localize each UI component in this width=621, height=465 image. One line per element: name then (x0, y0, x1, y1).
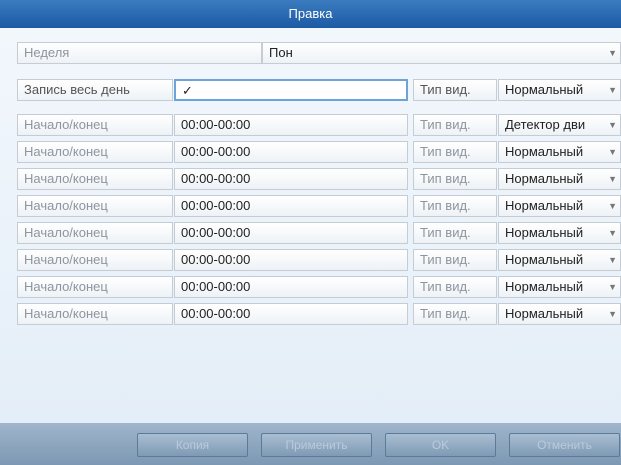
time-range-field[interactable]: 00:00-00:00 (174, 114, 408, 136)
allday-label: Запись весь день (17, 79, 173, 101)
type-select[interactable]: Нормальный ▼ (498, 195, 621, 217)
type-value: Нормальный (505, 225, 584, 240)
start-end-label: Начало/конец (17, 303, 173, 325)
chevron-down-icon: ▼ (608, 309, 617, 319)
chevron-down-icon: ▼ (608, 255, 617, 265)
type-label: Тип вид. (413, 195, 497, 217)
start-end-label: Начало/конец (17, 276, 173, 298)
dialog-body: Неделя Пон ▼ Запись весь день ✓ Тип вид.… (0, 28, 621, 423)
time-range-field[interactable]: 00:00-00:00 (174, 222, 408, 244)
type-value: Нормальный (505, 198, 584, 213)
chevron-down-icon: ▼ (608, 228, 617, 238)
start-end-label: Начало/конец (17, 168, 173, 190)
schedule-row: Начало/конец 00:00-00:00 Тип вид. Нормал… (17, 222, 621, 244)
button-bar: Копия Применить OK Отменить (0, 423, 621, 465)
time-range-field[interactable]: 00:00-00:00 (174, 168, 408, 190)
chevron-down-icon: ▼ (608, 85, 617, 95)
type-label: Тип вид. (413, 141, 497, 163)
type-value: Нормальный (505, 144, 584, 159)
schedule-row: Начало/конец 00:00-00:00 Тип вид. Нормал… (17, 195, 621, 217)
allday-checkbox[interactable]: ✓ (174, 79, 408, 101)
type-select[interactable]: Нормальный ▼ (498, 141, 621, 163)
schedule-row: Начало/конец 00:00-00:00 Тип вид. Нормал… (17, 141, 621, 163)
time-range-field[interactable]: 00:00-00:00 (174, 303, 408, 325)
chevron-down-icon: ▼ (608, 201, 617, 211)
allday-row: Запись весь день ✓ Тип вид. Нормальный ▼ (17, 79, 621, 101)
chevron-down-icon: ▼ (608, 48, 617, 58)
type-select[interactable]: Нормальный ▼ (498, 303, 621, 325)
type-value: Нормальный (505, 279, 584, 294)
type-label: Тип вид. (413, 114, 497, 136)
type-label: Тип вид. (413, 276, 497, 298)
start-end-label: Начало/конец (17, 195, 173, 217)
chevron-down-icon: ▼ (608, 282, 617, 292)
type-label: Тип вид. (413, 168, 497, 190)
schedule-row: Начало/конец 00:00-00:00 Тип вид. Нормал… (17, 303, 621, 325)
week-row: Неделя Пон ▼ (17, 42, 621, 64)
week-select[interactable]: Пон ▼ (262, 42, 621, 64)
chevron-down-icon: ▼ (608, 120, 617, 130)
type-select[interactable]: Нормальный ▼ (498, 168, 621, 190)
time-range-field[interactable]: 00:00-00:00 (174, 276, 408, 298)
type-label: Тип вид. (413, 222, 497, 244)
type-select[interactable]: Нормальный ▼ (498, 276, 621, 298)
dialog-title: Правка (0, 0, 621, 28)
type-value: Нормальный (505, 306, 584, 321)
edit-dialog: Правка Неделя Пон ▼ Запись весь день ✓ Т… (0, 0, 621, 465)
type-value: Нормальный (505, 252, 584, 267)
type-select[interactable]: Нормальный ▼ (498, 249, 621, 271)
week-label: Неделя (17, 42, 262, 64)
cancel-button[interactable]: Отменить (509, 433, 620, 457)
start-end-label: Начало/конец (17, 141, 173, 163)
time-range-field[interactable]: 00:00-00:00 (174, 249, 408, 271)
schedule-row: Начало/конец 00:00-00:00 Тип вид. Нормал… (17, 249, 621, 271)
chevron-down-icon: ▼ (608, 147, 617, 157)
type-select[interactable]: Нормальный ▼ (498, 222, 621, 244)
week-value: Пон (269, 45, 293, 60)
start-end-label: Начало/конец (17, 222, 173, 244)
ok-button[interactable]: OK (385, 433, 496, 457)
allday-type-select[interactable]: Нормальный ▼ (498, 79, 621, 101)
chevron-down-icon: ▼ (608, 174, 617, 184)
schedule-row: Начало/конец 00:00-00:00 Тип вид. Нормал… (17, 168, 621, 190)
allday-type-value: Нормальный (505, 82, 584, 97)
copy-button[interactable]: Копия (137, 433, 248, 457)
schedule-row: Начало/конец 00:00-00:00 Тип вид. Нормал… (17, 276, 621, 298)
start-end-label: Начало/конец (17, 249, 173, 271)
type-value: Детектор дви (505, 117, 586, 132)
type-label: Тип вид. (413, 303, 497, 325)
type-value: Нормальный (505, 171, 584, 186)
time-range-field[interactable]: 00:00-00:00 (174, 141, 408, 163)
type-label: Тип вид. (413, 249, 497, 271)
apply-button[interactable]: Применить (261, 433, 372, 457)
allday-type-label: Тип вид. (413, 79, 497, 101)
time-range-field[interactable]: 00:00-00:00 (174, 195, 408, 217)
schedule-row: Начало/конец 00:00-00:00 Тип вид. Детект… (17, 114, 621, 136)
type-select[interactable]: Детектор дви ▼ (498, 114, 621, 136)
start-end-label: Начало/конец (17, 114, 173, 136)
checkmark-icon: ✓ (182, 83, 193, 98)
